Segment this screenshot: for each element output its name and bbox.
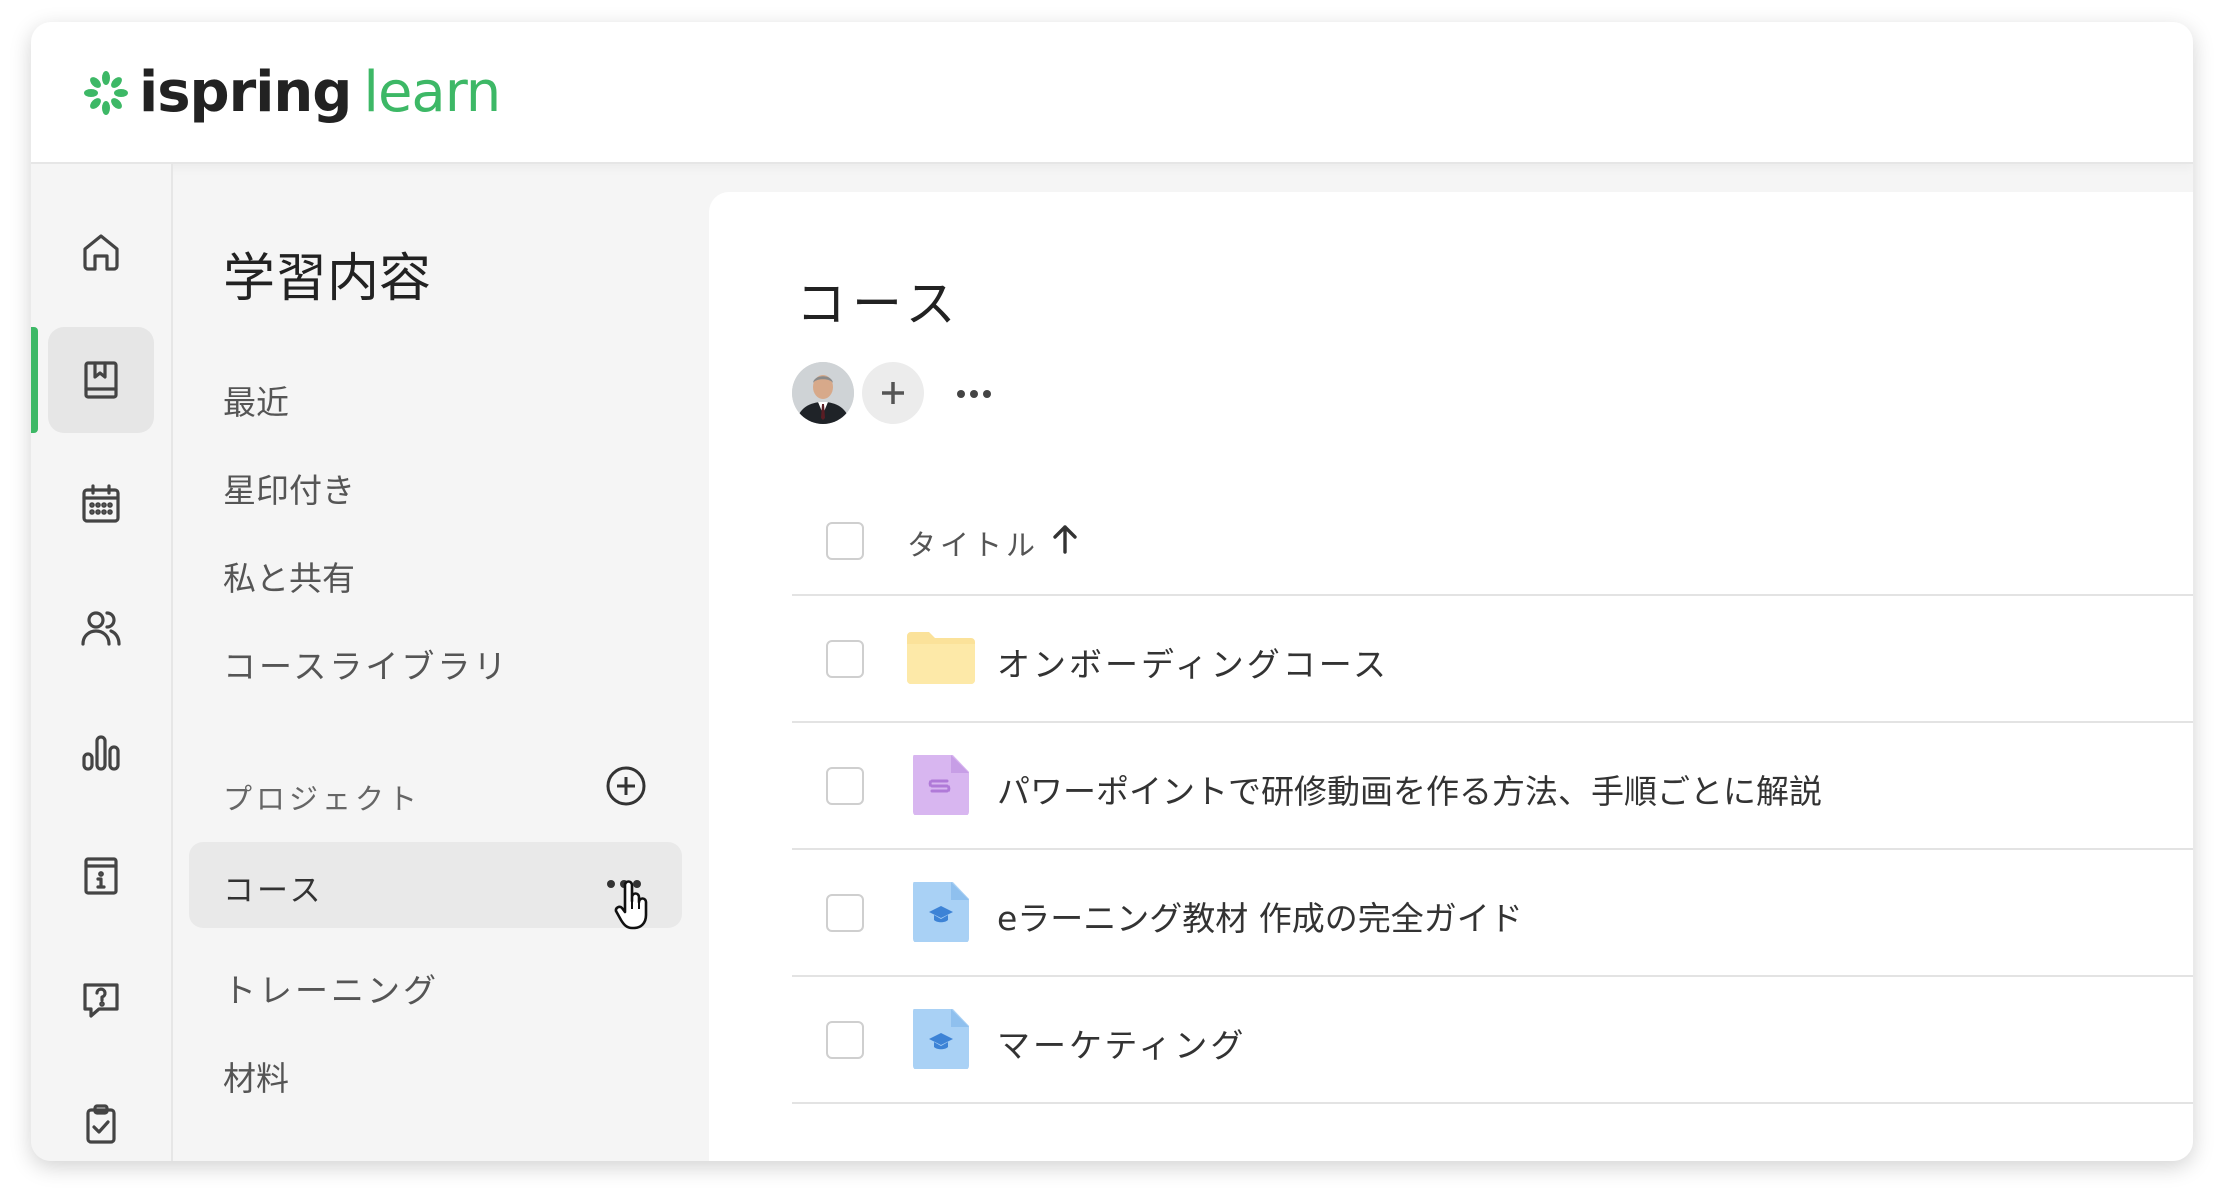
- main-panel: コース タイトル オンボーディングコース パワーポイントで研修動画を作る方法、手…: [709, 192, 2193, 1161]
- rail-home[interactable]: [48, 199, 154, 305]
- column-title-header[interactable]: タイトル: [907, 522, 1039, 564]
- select-all-checkbox[interactable]: [826, 522, 864, 560]
- course-file-icon: [913, 1009, 969, 1069]
- more-options-button[interactable]: [957, 390, 991, 398]
- calendar-icon: [82, 484, 120, 523]
- video-course-icon: [913, 755, 969, 815]
- projects-section-label: プロジェクト: [223, 782, 422, 816]
- row-checkbox[interactable]: [826, 767, 864, 805]
- rail-info[interactable]: [48, 823, 154, 929]
- plus-icon: [882, 382, 904, 404]
- app-window: ispring learn 学習内容 最近 星印付き 私と共有 コースライブラリ…: [31, 22, 2193, 1161]
- content-nav: 学習内容 最近 星印付き 私と共有 コースライブラリ プロジェクト コース トレ…: [173, 164, 708, 1161]
- plus-circle-icon: [606, 766, 646, 806]
- rail-calendar[interactable]: [48, 451, 154, 557]
- courses-table: タイトル オンボーディングコース パワーポイントで研修動画を作る方法、手順ごとに…: [792, 482, 2193, 1104]
- nav-item-shared[interactable]: 私と共有: [223, 552, 355, 600]
- table-row[interactable]: パワーポイントで研修動画を作る方法、手順ごとに解説: [792, 723, 2193, 850]
- rail-tasks[interactable]: [48, 1071, 154, 1161]
- logo-part-ispring: ispring: [139, 60, 352, 125]
- ispring-logo[interactable]: ispring learn: [81, 58, 501, 128]
- clipboard-check-icon: [86, 1104, 116, 1144]
- table-row[interactable]: マーケティング: [792, 977, 2193, 1104]
- rail-users[interactable]: [48, 575, 154, 681]
- project-item-courses[interactable]: コース: [189, 842, 682, 928]
- row-checkbox[interactable]: [826, 1021, 864, 1059]
- table-row[interactable]: オンボーディングコース: [792, 596, 2193, 723]
- table-header: タイトル: [792, 482, 2193, 596]
- project-item-training[interactable]: トレーニング: [223, 964, 439, 1012]
- row-title[interactable]: eラーニング教材 作成の完全ガイド: [997, 892, 1523, 940]
- top-bar: ispring learn: [31, 22, 2193, 164]
- nav-item-starred[interactable]: 星印付き: [223, 464, 355, 512]
- rail-help[interactable]: [48, 947, 154, 1053]
- project-item-materials[interactable]: 材料: [223, 1052, 289, 1100]
- add-member-button[interactable]: [862, 362, 924, 424]
- avatar-image: [792, 362, 854, 424]
- book-icon: [84, 361, 118, 399]
- row-checkbox[interactable]: [826, 640, 864, 678]
- add-project-button[interactable]: [604, 764, 648, 808]
- row-title[interactable]: パワーポイントで研修動画を作る方法、手順ごとに解説: [997, 765, 1822, 813]
- home-icon: [83, 234, 119, 271]
- logo-wordmark: ispring learn: [139, 58, 501, 128]
- bar-chart-icon: [82, 735, 120, 771]
- page-title: コース: [796, 275, 962, 333]
- nav-item-course-library[interactable]: コースライブラリ: [223, 640, 509, 688]
- folder-icon: [907, 632, 975, 684]
- ispring-logo-icon: [84, 71, 128, 115]
- rail-reports[interactable]: [48, 699, 154, 805]
- help-chat-icon: [83, 983, 119, 1018]
- info-icon: [84, 857, 118, 895]
- active-indicator: [31, 327, 38, 433]
- logo-part-learn: learn: [363, 60, 501, 125]
- course-file-icon: [913, 882, 969, 942]
- sort-ascending-icon[interactable]: [1050, 522, 1080, 556]
- rail-learning[interactable]: [48, 327, 154, 433]
- project-item-label: コース: [223, 873, 324, 909]
- icon-rail: [31, 164, 173, 1161]
- row-title[interactable]: マーケティング: [997, 1019, 1246, 1067]
- row-checkbox[interactable]: [826, 894, 864, 932]
- hand-cursor-icon: [614, 880, 648, 930]
- nav-title: 学習内容: [223, 249, 432, 309]
- nav-item-recent[interactable]: 最近: [223, 376, 289, 424]
- avatar[interactable]: [792, 362, 854, 424]
- row-title[interactable]: オンボーディングコース: [997, 638, 1389, 686]
- users-icon: [81, 611, 121, 646]
- table-row[interactable]: eラーニング教材 作成の完全ガイド: [792, 850, 2193, 977]
